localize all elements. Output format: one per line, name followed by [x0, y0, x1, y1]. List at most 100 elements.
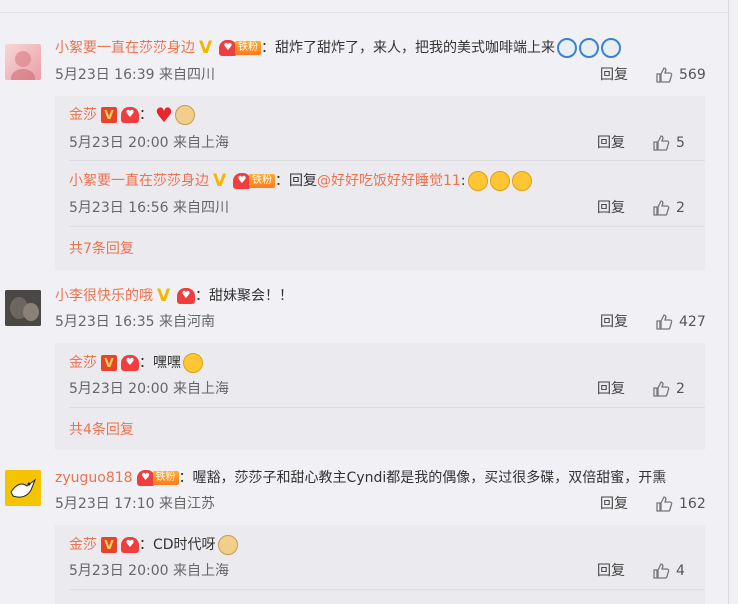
like-button[interactable]: 4 [652, 561, 685, 581]
fan-tag: 铁粉 [235, 41, 261, 55]
reply-head: 金莎 V ♥ ： ♥ [69, 105, 195, 125]
heart-icon: ♥ [121, 537, 139, 553]
thumbs-up-icon [653, 200, 670, 216]
reply-text: : [460, 173, 466, 189]
like-count: 2 [676, 200, 685, 216]
reply-button[interactable]: 回复 [597, 198, 625, 218]
username-link[interactable]: zyuguo818 [55, 468, 133, 488]
like-count: 427 [679, 314, 706, 330]
like-button[interactable]: 2 [652, 198, 685, 218]
fan-tag: 铁粉 [249, 174, 275, 188]
fan-tag: 铁粉 [152, 471, 179, 485]
username-link[interactable]: 金莎 [69, 535, 97, 555]
reply-button[interactable]: 回复 [600, 65, 628, 85]
doraemon-emoji-icon [557, 38, 577, 58]
comment-feed: 小絮要一直在莎莎身边 V ♥ 铁粉 ：甜炸了甜炸了，来人，把我的美式咖啡端上来 5… [0, 0, 738, 604]
fan-badge: ♥ [121, 355, 139, 371]
avatar-image [5, 470, 41, 506]
reply-divider [69, 589, 705, 590]
reply-meta: 5月23日 20:00 来自上海 [69, 381, 229, 397]
username-link[interactable]: 金莎 [69, 353, 97, 373]
heart-icon: ♥ [177, 288, 195, 304]
verified-v-icon: V [213, 171, 227, 191]
scroll-edge [728, 0, 729, 604]
thumbs-up-icon [653, 381, 670, 397]
reply-button[interactable]: 回复 [597, 561, 625, 581]
comment-meta: 5月23日 17:10 来自江苏 [55, 496, 215, 512]
more-replies-link[interactable]: 共7条回复 [69, 239, 134, 259]
comment-item: 小絮要一直在莎莎身边 V ♥ 铁粉 ：甜炸了甜炸了，来人，把我的美式咖啡端上来 5… [0, 0, 720, 270]
like-button[interactable]: 569 [655, 65, 706, 85]
avatar[interactable] [5, 44, 41, 80]
reply-button[interactable]: 回复 [600, 312, 628, 332]
fan-badge: ♥ [121, 537, 139, 553]
doge-emoji-icon [174, 105, 195, 125]
reply-text: ：嘿嘿 [139, 355, 181, 371]
verified-v-icon: V [101, 537, 117, 553]
fan-badge: ♥ [121, 107, 139, 123]
username-link[interactable]: 小李很快乐的哦 [55, 286, 153, 306]
avatar[interactable] [5, 290, 41, 326]
reply-meta: 5月23日 16:56 来自四川 [69, 200, 229, 216]
laugh-emoji-icon [511, 171, 532, 191]
username-link[interactable]: 金莎 [69, 105, 97, 125]
fan-badge: ♥ 铁粉 [136, 470, 179, 486]
reply-prefix: ：回复 [275, 173, 317, 189]
heart-icon: ♥ [121, 355, 139, 371]
comment-meta: 5月23日 16:35 来自河南 [55, 314, 215, 330]
like-button[interactable]: 427 [655, 312, 706, 332]
thumbs-up-icon [656, 67, 673, 83]
reply-divider [69, 226, 705, 227]
avatar[interactable] [5, 470, 41, 506]
like-count: 2 [676, 381, 685, 397]
username-link[interactable]: 小絮要一直在莎莎身边 [55, 38, 195, 58]
doge-emoji-icon [217, 535, 238, 555]
reply-button[interactable]: 回复 [600, 494, 628, 514]
reply-button[interactable]: 回复 [597, 133, 625, 153]
reply-meta: 5月23日 20:00 来自上海 [69, 135, 229, 151]
like-button[interactable]: 5 [652, 133, 685, 153]
comment-text: ：甜炸了甜炸了，来人，把我的美式咖啡端上来 [261, 40, 555, 56]
doraemon-emoji-icon [601, 38, 621, 58]
like-count: 4 [676, 563, 685, 579]
reply-list: 金莎 V ♥ ：嘿嘿 5月23日 20:00 来自上海 回复 2 共4条回复 [55, 343, 705, 450]
reply-head: 小絮要一直在莎莎身边 V ♥ 铁粉 ：回复 @好好吃饭好好睡觉11 : [69, 171, 532, 191]
verified-v-icon: V [157, 286, 171, 306]
reply-list: 金莎 V ♥ ： ♥ 5月23日 20:00 来自上海 回复 5 小絮要一直在莎… [55, 96, 705, 270]
mention-link[interactable]: @好好吃饭好好睡觉11 [317, 171, 461, 191]
fan-badge: ♥ [177, 288, 195, 304]
verified-v-icon: V [101, 355, 117, 371]
comment-text: ：甜妹聚会！！ [195, 288, 293, 304]
avatar-image [11, 51, 35, 80]
like-count: 569 [679, 67, 706, 83]
avatar-image [5, 290, 41, 326]
comment-text: ：喔豁，莎莎子和甜心教主Cyndi都是我的偶像，买过很多碟，双倍甜蜜，开熏 [178, 470, 667, 486]
reply-meta: 5月23日 20:00 来自上海 [69, 563, 229, 579]
fan-badge: ♥ 铁粉 [233, 173, 275, 189]
username-link[interactable]: 小絮要一直在莎莎身边 [69, 171, 209, 191]
reply-divider [69, 160, 705, 161]
reply-text: ：CD时代呀 [139, 537, 216, 553]
thumbs-up-icon [653, 563, 670, 579]
doraemon-emoji-icon [579, 38, 599, 58]
heart-emoji-icon: ♥ [155, 103, 173, 127]
reply-head: 金莎 V ♥ ：嘿嘿 [69, 353, 203, 373]
like-count: 162 [679, 496, 706, 512]
comment-head: 小絮要一直在莎莎身边 V ♥ 铁粉 ：甜炸了甜炸了，来人，把我的美式咖啡端上来 [55, 38, 621, 58]
thumbs-up-icon [653, 135, 670, 151]
comment-meta: 5月23日 16:39 来自四川 [55, 67, 215, 83]
more-replies-link[interactable]: 共4条回复 [69, 420, 134, 440]
comment-item: zyuguo818 ♥ 铁粉 ：喔豁，莎莎子和甜心教主Cyndi都是我的偶像，买过… [0, 450, 720, 604]
reply-head: 金莎 V ♥ ：CD时代呀 [69, 535, 238, 555]
verified-v-icon: V [101, 107, 117, 123]
laugh-emoji-icon [489, 171, 510, 191]
like-button[interactable]: 2 [652, 379, 685, 399]
thumbs-up-icon [656, 496, 673, 512]
like-count: 5 [676, 135, 685, 151]
laugh-emoji-icon [467, 171, 488, 191]
heart-icon: ♥ [136, 470, 155, 486]
reply-divider [69, 407, 705, 408]
verified-v-icon: V [199, 38, 213, 58]
reply-button[interactable]: 回复 [597, 379, 625, 399]
like-button[interactable]: 162 [655, 494, 706, 514]
